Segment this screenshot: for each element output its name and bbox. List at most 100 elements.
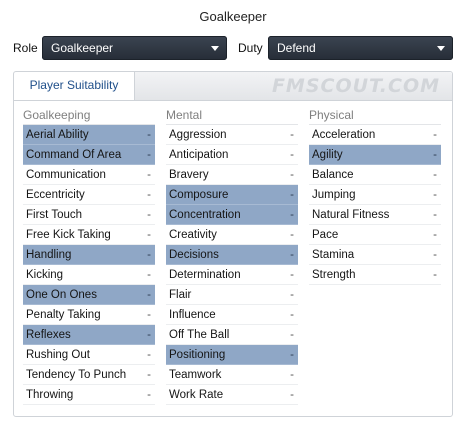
attribute-row: Kicking - bbox=[23, 265, 155, 285]
role-dropdown[interactable]: Goalkeeper bbox=[42, 36, 227, 60]
attribute-name: Flair bbox=[169, 289, 192, 301]
attribute-value: - bbox=[147, 289, 151, 301]
duty-dropdown[interactable]: Defend bbox=[268, 36, 453, 60]
attribute-name: One On Ones bbox=[26, 289, 97, 301]
attribute-value: - bbox=[147, 349, 151, 361]
attribute-name: Aggression bbox=[169, 129, 227, 141]
attribute-name: Jumping bbox=[312, 189, 356, 201]
attribute-value: - bbox=[290, 389, 294, 401]
attribute-name: Positioning bbox=[169, 349, 226, 361]
attribute-name: Determination bbox=[169, 269, 241, 281]
attribute-name: Stamina bbox=[312, 249, 355, 261]
chevron-down-icon bbox=[437, 46, 445, 51]
attribute-row: Aggression - bbox=[166, 125, 298, 145]
attribute-value: - bbox=[433, 169, 437, 181]
attribute-name: Communication bbox=[26, 169, 106, 181]
attribute-row: Pace - bbox=[309, 225, 441, 245]
column-header: Goalkeeping bbox=[23, 108, 155, 125]
attribute-list: Aggression - Anticipation - Bravery - Composur… bbox=[166, 125, 298, 405]
attribute-name: Influence bbox=[169, 309, 216, 321]
attribute-row: Composure - bbox=[166, 185, 298, 205]
attribute-name: Tendency To Punch bbox=[26, 369, 127, 381]
attribute-list: Aerial Ability - Command Of Area - Communica… bbox=[23, 125, 155, 405]
attribute-row: Agility - bbox=[309, 145, 441, 165]
attribute-value: - bbox=[433, 249, 437, 261]
attribute-row: Stamina - bbox=[309, 245, 441, 265]
attribute-list: Acceleration - Agility - Balance - Jumping - Nat… bbox=[309, 125, 441, 285]
attribute-value: - bbox=[433, 149, 437, 161]
attribute-name: Decisions bbox=[169, 249, 219, 261]
attribute-row: Aerial Ability - bbox=[23, 125, 155, 145]
attribute-name: Kicking bbox=[26, 269, 64, 281]
attribute-row: Acceleration - bbox=[309, 125, 441, 145]
attribute-row: Determination - bbox=[166, 265, 298, 285]
attribute-name: Penalty Taking bbox=[26, 309, 101, 321]
attribute-value: - bbox=[147, 389, 151, 401]
attribute-row: Concentration - bbox=[166, 205, 298, 225]
attribute-name: Command Of Area bbox=[26, 149, 122, 161]
attribute-value: - bbox=[147, 309, 151, 321]
attribute-name: Agility bbox=[312, 149, 343, 161]
attribute-name: Creativity bbox=[169, 229, 217, 241]
attribute-value: - bbox=[290, 149, 294, 161]
column-header: Mental bbox=[166, 108, 298, 125]
attribute-name: Rushing Out bbox=[26, 349, 90, 361]
attribute-value: - bbox=[147, 329, 151, 341]
attribute-row: Influence - bbox=[166, 305, 298, 325]
tab-bar: Player Suitability FMSCOUT.COM bbox=[14, 72, 452, 101]
attribute-row: Flair - bbox=[166, 285, 298, 305]
attribute-name: Aerial Ability bbox=[26, 129, 89, 141]
attribute-name: Eccentricity bbox=[26, 189, 85, 201]
attribute-name: Acceleration bbox=[312, 129, 376, 141]
attribute-name: Bravery bbox=[169, 169, 209, 181]
attribute-name: Anticipation bbox=[169, 149, 229, 161]
attribute-row: Off The Ball - bbox=[166, 325, 298, 345]
attribute-value: - bbox=[147, 269, 151, 281]
attribute-value: - bbox=[290, 309, 294, 321]
attribute-row: Teamwork - bbox=[166, 365, 298, 385]
attribute-row: Throwing - bbox=[23, 385, 155, 405]
attribute-value: - bbox=[290, 289, 294, 301]
attribute-name: First Touch bbox=[26, 209, 83, 221]
attribute-value: - bbox=[290, 129, 294, 141]
attribute-row: Tendency To Punch - bbox=[23, 365, 155, 385]
attribute-column-physical: Physical Acceleration - Agility - Balance - Ju… bbox=[309, 108, 441, 285]
attribute-value: - bbox=[290, 369, 294, 381]
attribute-row: Reflexes - bbox=[23, 325, 155, 345]
attribute-value: - bbox=[290, 269, 294, 281]
attribute-value: - bbox=[147, 369, 151, 381]
attribute-name: Balance bbox=[312, 169, 354, 181]
attribute-value: - bbox=[290, 349, 294, 361]
attribute-row: Handling - bbox=[23, 245, 155, 265]
attribute-row: Positioning - bbox=[166, 345, 298, 365]
attribute-value: - bbox=[290, 209, 294, 221]
attribute-name: Pace bbox=[312, 229, 339, 241]
attribute-column-mental: Mental Aggression - Anticipation - Bravery - C… bbox=[166, 108, 298, 405]
attribute-value: - bbox=[433, 229, 437, 241]
attribute-row: First Touch - bbox=[23, 205, 155, 225]
attribute-row: Free Kick Taking - bbox=[23, 225, 155, 245]
attribute-name: Strength bbox=[312, 269, 356, 281]
duty-label: Duty bbox=[238, 41, 263, 55]
attribute-row: Work Rate - bbox=[166, 385, 298, 405]
duty-dropdown-value: Defend bbox=[277, 41, 316, 55]
attribute-row: Decisions - bbox=[166, 245, 298, 265]
attribute-row: Command Of Area - bbox=[23, 145, 155, 165]
attribute-value: - bbox=[290, 189, 294, 201]
attribute-row: Penalty Taking - bbox=[23, 305, 155, 325]
attribute-row: Communication - bbox=[23, 165, 155, 185]
attribute-row: Anticipation - bbox=[166, 145, 298, 165]
role-label: Role bbox=[13, 41, 38, 55]
attribute-row: Bravery - bbox=[166, 165, 298, 185]
attribute-value: - bbox=[433, 209, 437, 221]
attribute-row: Jumping - bbox=[309, 185, 441, 205]
page-title: Goalkeeper bbox=[199, 9, 267, 24]
attribute-name: Reflexes bbox=[26, 329, 71, 341]
tab-player-suitability[interactable]: Player Suitability bbox=[14, 72, 135, 100]
attribute-name: Concentration bbox=[169, 209, 241, 221]
attribute-name: Work Rate bbox=[169, 389, 224, 401]
attribute-value: - bbox=[147, 149, 151, 161]
attribute-value: - bbox=[290, 249, 294, 261]
attribute-value: - bbox=[147, 209, 151, 221]
attribute-name: Throwing bbox=[26, 389, 74, 401]
